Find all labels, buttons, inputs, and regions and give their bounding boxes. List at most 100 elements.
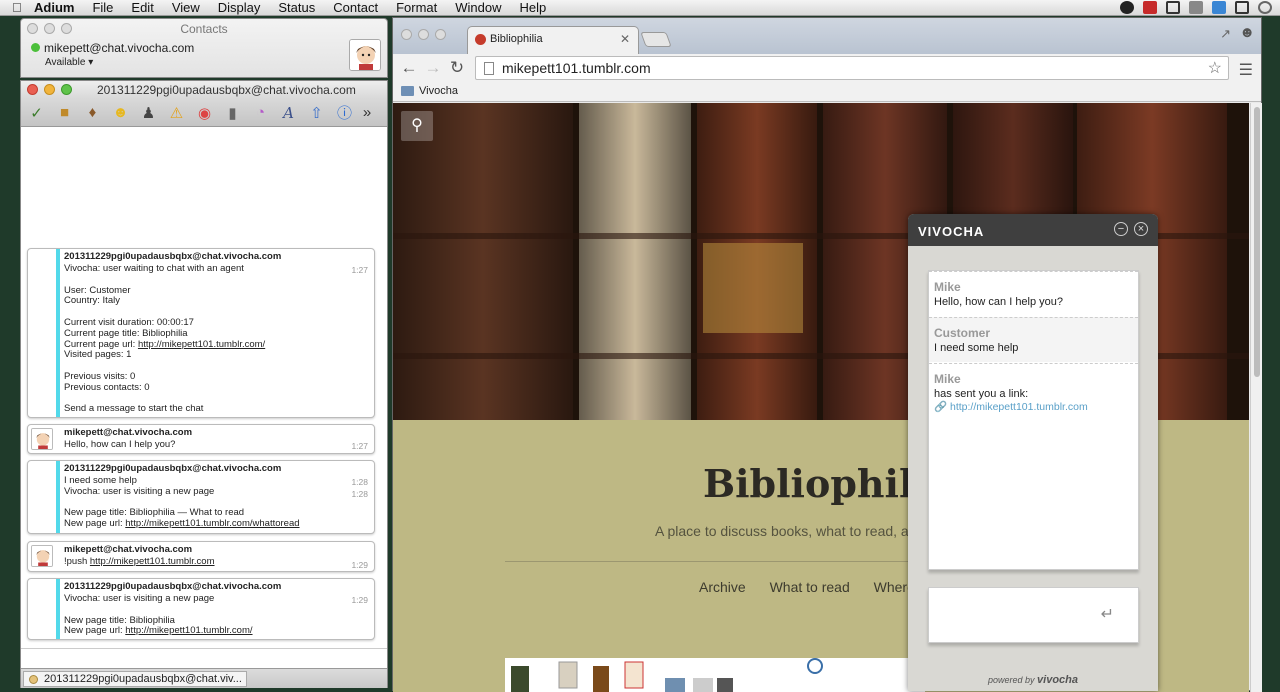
nav-what-to-read[interactable]: What to read [770, 579, 850, 595]
warning-icon[interactable]: ⚠ [165, 102, 188, 124]
tab-strip: Bibliophilia ✕ ↗ ☻ [393, 18, 1261, 54]
message-accent-bar [56, 249, 60, 417]
message-sender: 201311229pgi0upadausbqbx@chat.vivocha.co… [64, 251, 282, 262]
back-icon[interactable]: ← [397, 58, 421, 78]
user-info-icon[interactable]: ♟ [137, 102, 160, 124]
address-bar[interactable]: mikepett101.tumblr.com ☆ [475, 56, 1229, 80]
menu-contact[interactable]: Contact [333, 0, 378, 16]
tab-title: Bibliophilia [490, 33, 543, 45]
message-link[interactable]: http://mikepett101.tumblr.com [90, 556, 215, 567]
post-thumbnails[interactable] [505, 658, 925, 692]
pen-icon[interactable]: ✓ [25, 102, 48, 124]
chat-title: 201311229pgi0upadausbqbx@chat.vivocha.co… [97, 83, 356, 97]
scroll-thumb[interactable] [1254, 107, 1260, 377]
color-wheel-icon[interactable]: ◔ [249, 102, 272, 124]
forward-icon[interactable]: → [421, 58, 445, 78]
vivocha-message: Mike Hello, how can I help you? [929, 271, 1138, 316]
menu-view[interactable]: View [172, 0, 200, 16]
avatar[interactable] [349, 39, 381, 71]
tab-bibliophilia[interactable]: Bibliophilia ✕ [467, 26, 639, 54]
message-time: 1:27 [351, 441, 368, 451]
chat-log[interactable]: 201311229pgi0upadausbqbx@chat.vivocha.co… [21, 128, 387, 648]
message-input[interactable] [21, 648, 387, 668]
window-icon[interactable] [1235, 1, 1249, 14]
menu-file[interactable]: File [92, 0, 113, 16]
folder-icon [401, 86, 414, 96]
message-author: Customer [934, 326, 991, 340]
minimize-button[interactable] [418, 29, 429, 40]
minimize-widget-icon[interactable]: − [1114, 222, 1128, 236]
search-icon[interactable]: ⚲ [401, 111, 433, 141]
time-machine-icon[interactable] [1258, 1, 1272, 14]
signpost-icon[interactable]: ♦ [81, 102, 104, 124]
menu-app[interactable]: Adium [34, 0, 74, 16]
message-accent-bar [56, 461, 60, 533]
tumblr-favicon-icon [475, 34, 486, 45]
close-tab-icon[interactable]: ✕ [620, 32, 630, 46]
new-tab-button[interactable] [640, 32, 672, 47]
vivocha-conversation[interactable]: Mike Hello, how can I help you? Customer… [928, 270, 1139, 570]
message-sender: mikepett@chat.vivocha.com [64, 544, 193, 555]
blog-tagline: A place to discuss books, what to read, … [655, 523, 939, 539]
enter-icon[interactable]: ↵ [1101, 604, 1114, 624]
message-sender: 201311229pgi0upadausbqbx@chat.vivocha.co… [64, 463, 282, 474]
url-text: mikepett101.tumblr.com [502, 60, 651, 76]
account-name[interactable]: mikepett@chat.vivocha.com [31, 41, 194, 55]
vertical-scrollbar[interactable] [1250, 103, 1262, 692]
menu-status[interactable]: Status [278, 0, 315, 16]
close-button[interactable] [401, 29, 412, 40]
message-link[interactable]: http://mikepett101.tumblr.com/ [138, 339, 265, 350]
message-text: has sent you a link: [934, 388, 1029, 400]
menu-format[interactable]: Format [396, 0, 437, 16]
adium-duck-icon[interactable] [1120, 1, 1134, 14]
vivocha-input[interactable]: ↵ [928, 587, 1139, 643]
link-icon: 🔗 [934, 401, 948, 413]
bookmark-star-icon[interactable]: ☆ [1208, 58, 1222, 78]
info-icon[interactable]: ⓘ [333, 102, 356, 124]
screen-icon[interactable] [1166, 1, 1180, 14]
message-body: Vivocha: user waiting to chat with an ag… [64, 263, 266, 415]
message-link[interactable]: http://mikepett101.tumblr.com/whattoread [125, 518, 299, 529]
nav-bar: ← → ↻ mikepett101.tumblr.com ☆ ☰ [393, 54, 1261, 82]
lock-icon[interactable]: ■ [53, 102, 76, 124]
status-dropdown[interactable]: Available ▾ [45, 57, 93, 68]
send-file-icon[interactable]: ⇧ [305, 102, 328, 124]
status-tray [1120, 1, 1272, 14]
vivocha-title: VIVOCHA [918, 224, 985, 239]
menu-help[interactable]: Help [519, 0, 546, 16]
apple-icon[interactable]:  [12, 0, 22, 15]
close-button[interactable] [27, 84, 38, 95]
powered-by: powered by vivocha [988, 674, 1079, 686]
file-icon[interactable]: ▮ [221, 102, 244, 124]
drive-icon[interactable] [1189, 1, 1203, 14]
menu-display[interactable]: Display [218, 0, 261, 16]
menu-icon[interactable]: ☰ [1239, 60, 1253, 80]
chat-toolbar: ✓ ■ ♦ ☻ ♟ ⚠ ◉ ▮ ◔ A ⇧ ⓘ » [21, 99, 387, 127]
zoom-button[interactable] [61, 84, 72, 95]
message-link[interactable]: http://mikepett101.tumblr.com/ [125, 625, 252, 636]
zoom-button[interactable] [435, 29, 446, 40]
chrome-icon[interactable]: ◉ [193, 102, 216, 124]
overflow-icon[interactable]: » [361, 102, 373, 124]
message-author: Mike [934, 372, 961, 386]
minimize-button[interactable] [44, 84, 55, 95]
status-dot-icon [31, 43, 40, 52]
chevron-down-icon: ▾ [88, 57, 94, 68]
smiley-icon[interactable]: ☻ [109, 102, 132, 124]
close-widget-icon[interactable]: × [1134, 222, 1148, 236]
dropbox-icon[interactable] [1212, 1, 1226, 14]
message-body: I need some help Vivocha: user is visiti… [64, 475, 300, 530]
font-icon[interactable]: A [277, 102, 300, 124]
menu-edit[interactable]: Edit [131, 0, 153, 16]
recording-icon[interactable] [1143, 1, 1157, 14]
browser-window-controls [401, 29, 446, 40]
vivocha-link[interactable]: 🔗 http://mikepett101.tumblr.com [934, 400, 1133, 413]
menu-window[interactable]: Window [455, 0, 501, 16]
fullscreen-icon[interactable]: ↗ [1220, 26, 1231, 42]
nav-archive[interactable]: Archive [699, 579, 746, 595]
chat-message: mikepett@chat.vivocha.com Hello, how can… [27, 424, 375, 454]
chat-tab[interactable]: 201311229pgi0upadausbqbx@chat.viv... [23, 671, 247, 687]
bookmark-vivocha[interactable]: Vivocha [419, 85, 458, 97]
reload-icon[interactable]: ↻ [445, 58, 469, 78]
blog-title[interactable]: Bibliophili [703, 461, 928, 506]
